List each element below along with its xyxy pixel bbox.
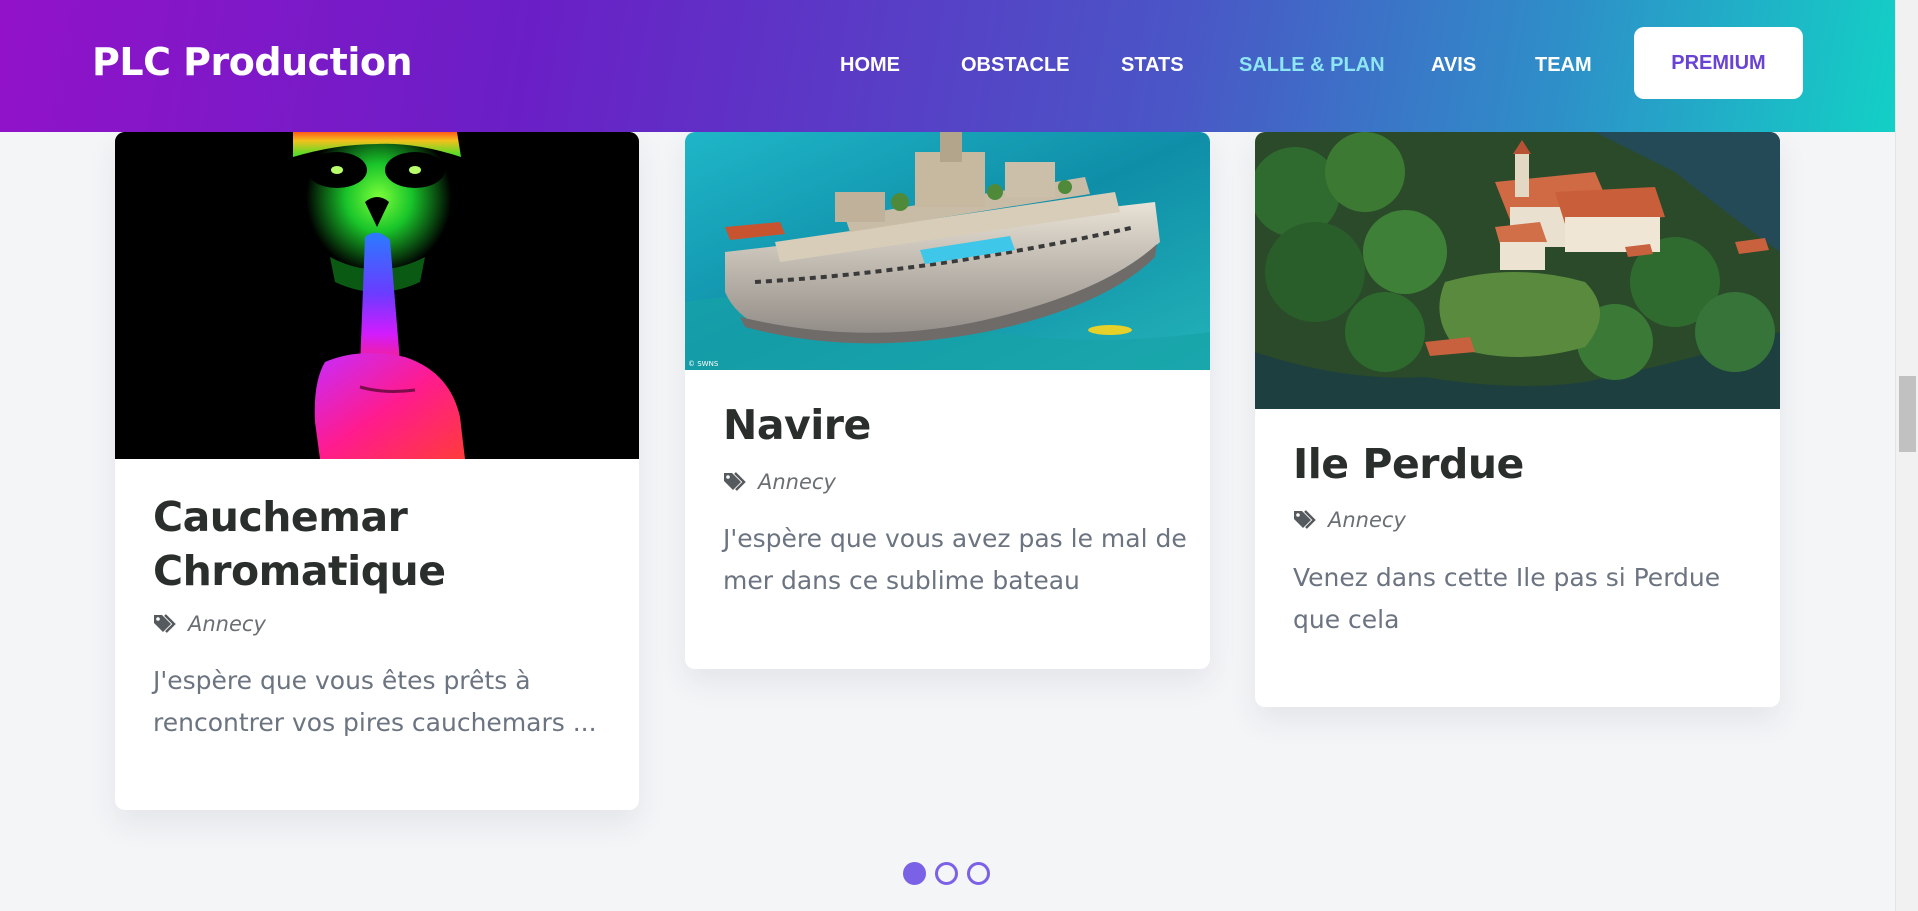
room-location: Annecy (153, 612, 266, 636)
room-image-island (1255, 132, 1780, 409)
room-description: J'espère que vous êtes prêts à rencontre… (153, 666, 597, 737)
carousel-dot-1[interactable] (903, 862, 926, 885)
room-description: J'espère que vous avez pas le mal de mer… (723, 524, 1187, 595)
room-title[interactable]: Cauchemar Chromatique (153, 490, 593, 598)
room-location-label: Annecy (188, 612, 266, 636)
page-viewport: PLC Production HOME OBSTACLE STATS SALLE… (0, 0, 1918, 911)
nav-salle-plan[interactable]: SALLE & PLAN (1239, 54, 1385, 77)
yacht-image: © SWNS (685, 132, 1210, 370)
room-card-cauchemar[interactable]: Cauchemar Chromatique Annecy J'espère qu… (115, 132, 639, 810)
premium-button[interactable]: PREMIUM (1634, 27, 1803, 99)
tags-icon (154, 614, 176, 633)
room-location: Annecy (1293, 508, 1406, 532)
room-location: Annecy (723, 470, 836, 494)
scrollbar-thumb[interactable] (1899, 376, 1916, 452)
island-image (1255, 132, 1780, 409)
nav-team[interactable]: TEAM (1535, 54, 1592, 77)
nav-obstacle[interactable]: OBSTACLE (961, 54, 1070, 77)
room-card-ile-perdue[interactable]: Ile Perdue Annecy Venez dans cette Ile p… (1255, 132, 1780, 707)
image-credit: © SWNS (688, 360, 719, 368)
nav-stats[interactable]: STATS (1121, 54, 1184, 77)
page-scrollbar[interactable] (1895, 0, 1918, 911)
room-image-neon-skull (115, 132, 639, 459)
room-image-yacht: © SWNS (685, 132, 1210, 370)
top-navbar: PLC Production HOME OBSTACLE STATS SALLE… (0, 0, 1895, 132)
tags-icon (724, 472, 746, 491)
room-description: Venez dans cette Ile pas si Perdue que c… (1293, 563, 1721, 634)
room-location-label: Annecy (1328, 508, 1406, 532)
room-location-label: Annecy (758, 470, 836, 494)
room-card-navire[interactable]: © SWNS Navire Annecy J'espère que vous a… (685, 132, 1210, 669)
carousel-pagination (903, 862, 990, 885)
nav-home[interactable]: HOME (840, 54, 900, 77)
nav-avis[interactable]: AVIS (1431, 54, 1476, 77)
carousel-dot-3[interactable] (967, 862, 990, 885)
brand-logo[interactable]: PLC Production (92, 40, 413, 84)
room-title[interactable]: Ile Perdue (1293, 437, 1733, 491)
carousel-dot-2[interactable] (935, 862, 958, 885)
tags-icon (1294, 510, 1316, 529)
room-title[interactable]: Navire (723, 398, 1163, 452)
neon-skull-image (115, 132, 639, 459)
